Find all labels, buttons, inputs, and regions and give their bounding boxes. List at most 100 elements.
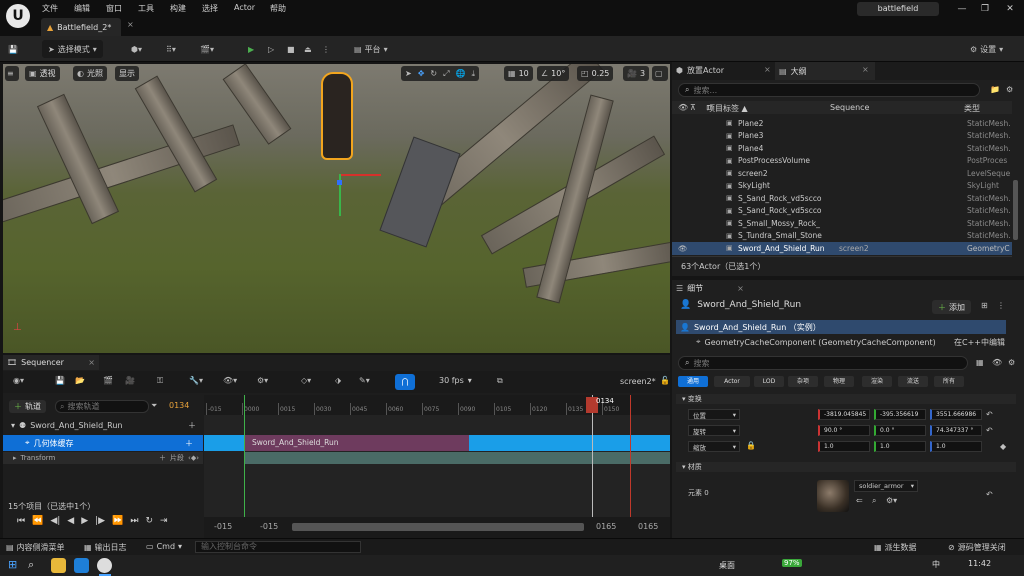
- tools-icon[interactable]: 🔧▾: [189, 376, 203, 385]
- cmd-dropdown[interactable]: ▭ Cmd ▾: [146, 542, 182, 551]
- viewport-menu-button[interactable]: ≡: [5, 66, 19, 81]
- settings-icon[interactable]: ⚙: [1006, 85, 1013, 94]
- tab-details[interactable]: ☰ 细节 ×: [676, 280, 744, 296]
- gizmo-x-axis[interactable]: [341, 174, 381, 176]
- location-z-field[interactable]: 3551.666986: [930, 409, 982, 420]
- track-transform[interactable]: ▸ Transform ＋ 片段 ‹◆›: [3, 452, 203, 464]
- outliner-search-input[interactable]: ⌕ 搜索...: [678, 83, 980, 97]
- move-icon[interactable]: ✥: [418, 69, 425, 78]
- working-range-start[interactable]: -015: [260, 522, 278, 531]
- app-icon[interactable]: [74, 558, 89, 573]
- cinematics-button[interactable]: 🎬▾: [200, 40, 214, 58]
- add-track-button[interactable]: ＋ 轨道: [9, 400, 46, 413]
- filter-icon[interactable]: ⏷: [151, 401, 157, 411]
- outliner-row[interactable]: ▣ S_Sand_Rock_vd5scco StaticMesh.: [672, 192, 1012, 205]
- windows-start-icon[interactable]: ⊞: [8, 558, 23, 573]
- outliner-row[interactable]: ▣ Plane2 StaticMesh.: [672, 117, 1012, 130]
- outliner-row[interactable]: ▣ Plane3 StaticMesh.: [672, 130, 1012, 143]
- close-tab-icon[interactable]: ×: [88, 358, 99, 367]
- camera-speed-button[interactable]: 🎥 3: [623, 66, 650, 81]
- more-options-icon[interactable]: ⋮: [997, 301, 1005, 310]
- maximize-viewport-button[interactable]: ▢: [652, 66, 668, 81]
- source-control-button[interactable]: ⊘ 源码管理关闭: [948, 542, 1006, 553]
- fps-dropdown[interactable]: 30 fps ▾: [439, 376, 472, 385]
- search-icon[interactable]: ⌕: [28, 558, 43, 573]
- rotation-y-field[interactable]: 0.0 °: [874, 425, 926, 436]
- blueprint-convert-icon[interactable]: ⊞: [981, 301, 988, 310]
- menu-file[interactable]: 文件: [42, 3, 58, 14]
- track-root[interactable]: ▾ ⚉ Sword_And_Shield_Run ＋: [7, 418, 202, 432]
- clock[interactable]: 11:42: [968, 559, 991, 568]
- prev-key-icon[interactable]: ⏪: [32, 516, 43, 526]
- save-sequence-icon[interactable]: 💾: [55, 376, 65, 385]
- instance-row[interactable]: 👤 Sword_And_Shield_Run （实例）: [676, 320, 1006, 334]
- search-tracks-input[interactable]: ⌕ 搜索轨道: [55, 400, 149, 413]
- tab-place-actors[interactable]: ⬢ 放置Actor: [676, 65, 724, 76]
- timeline-scrollbar[interactable]: [292, 523, 584, 531]
- world-icon[interactable]: 🌐: [456, 69, 466, 78]
- lock-scale-icon[interactable]: 🔒: [746, 441, 756, 450]
- reset-icon[interactable]: ↶: [986, 490, 993, 499]
- visibility-icon[interactable]: 👁: [678, 244, 688, 253]
- outliner-row[interactable]: ▣ PostProcessVolume PostProces: [672, 155, 1012, 168]
- playback-start-marker[interactable]: [244, 395, 245, 517]
- brush-icon[interactable]: ✎▾: [359, 376, 370, 385]
- transform-section-track[interactable]: [244, 452, 670, 464]
- play-options-button[interactable]: ▷: [268, 40, 274, 58]
- content-drawer-button[interactable]: ▤ 内容侧滑菜单: [6, 542, 65, 553]
- next-frame-icon[interactable]: |▶: [95, 516, 105, 526]
- location-dropdown[interactable]: 位置 ▾: [688, 409, 740, 420]
- eject-button[interactable]: ⏏: [304, 40, 312, 58]
- geometry-cache-clip[interactable]: Sword_And_Shield_Run: [244, 435, 469, 451]
- column-sequence[interactable]: Sequence: [830, 103, 869, 112]
- menu-edit[interactable]: 编辑: [74, 3, 90, 14]
- derived-data-button[interactable]: ▦ 派生数据: [874, 542, 917, 553]
- timeline-area[interactable]: -015 0000 0015 0030 0045 0060 0075 0090 0105 0120…: [204, 395, 670, 538]
- rotation-x-field[interactable]: 90.0 °: [818, 425, 870, 436]
- search-asset-icon[interactable]: ⌕: [872, 496, 876, 506]
- ime-indicator[interactable]: 中: [932, 559, 940, 570]
- current-frame-field[interactable]: 0134: [169, 401, 189, 410]
- file-explorer-icon[interactable]: [51, 558, 66, 573]
- perspective-button[interactable]: ▣ 透视: [25, 66, 60, 81]
- battery-indicator[interactable]: 97%: [782, 559, 802, 567]
- outliner-row[interactable]: ▣ S_Tundra_Small_Stone StaticMesh.: [672, 230, 1012, 243]
- filter-actor[interactable]: Actor: [714, 376, 750, 387]
- more-play-button[interactable]: ⋮: [322, 40, 330, 58]
- maximize-icon[interactable]: ❐: [975, 2, 995, 16]
- grid-view-icon[interactable]: ▦: [976, 358, 984, 367]
- rotation-dropdown[interactable]: 旋转 ▾: [688, 425, 740, 436]
- reset-icon[interactable]: ↶: [986, 410, 993, 419]
- jump-start-icon[interactable]: ⏮: [17, 516, 25, 526]
- outliner-row[interactable]: ▣ S_Sand_Rock_vd5scco StaticMesh.: [672, 205, 1012, 218]
- add-component-button[interactable]: ＋ 添加: [932, 300, 971, 314]
- menu-build[interactable]: 构建: [170, 3, 186, 14]
- menu-help[interactable]: 帮助: [270, 3, 286, 14]
- menu-select[interactable]: 选择: [202, 3, 218, 14]
- visibility-icon[interactable]: 👁: [678, 103, 688, 112]
- settings-button[interactable]: ⚙ 设置 ▾: [970, 40, 1003, 58]
- reverse-play-icon[interactable]: ◀: [67, 516, 74, 526]
- camera-cut-icon[interactable]: 🎥: [125, 376, 135, 385]
- add-section-icon[interactable]: ＋: [159, 453, 166, 463]
- key-icon[interactable]: ⚿: [157, 376, 163, 386]
- add-icon[interactable]: ＋: [185, 438, 203, 449]
- grid-snap-button[interactable]: ▦ 10: [504, 66, 533, 81]
- jump-to-icon[interactable]: ⇥: [160, 516, 168, 526]
- playback-end-marker[interactable]: [630, 395, 631, 517]
- select-cursor-icon[interactable]: ➤: [405, 69, 412, 78]
- level-viewport[interactable]: ≡ ▣ 透视 ◐ 光照 显示 ➤ ✥ ↻ ⤢ 🌐 ⤓ ▦ 10 ∠ 10° ◰ 0.25 …: [3, 64, 670, 353]
- render-movie-icon[interactable]: 🎬: [103, 376, 113, 385]
- curve-editor-icon[interactable]: ⧉: [497, 376, 503, 386]
- next-key-icon[interactable]: ⏩: [112, 516, 123, 526]
- menu-window[interactable]: 窗口: [106, 3, 122, 14]
- desktop-label[interactable]: 桌面: [719, 560, 735, 571]
- view-range-end[interactable]: 0165: [638, 522, 658, 531]
- materials-section-header[interactable]: ▾ 材质: [676, 462, 1016, 472]
- scale-z-field[interactable]: 1.0: [930, 441, 982, 452]
- scale-dropdown[interactable]: 缩放 ▾: [688, 441, 740, 452]
- tab-outliner[interactable]: ▤ 大纲: [775, 62, 875, 80]
- rotate-icon[interactable]: ↻: [430, 69, 437, 78]
- filter-general[interactable]: 通用: [678, 376, 708, 387]
- outliner-row[interactable]: ▣ S_Small_Mossy_Rock_ StaticMesh.: [672, 217, 1012, 230]
